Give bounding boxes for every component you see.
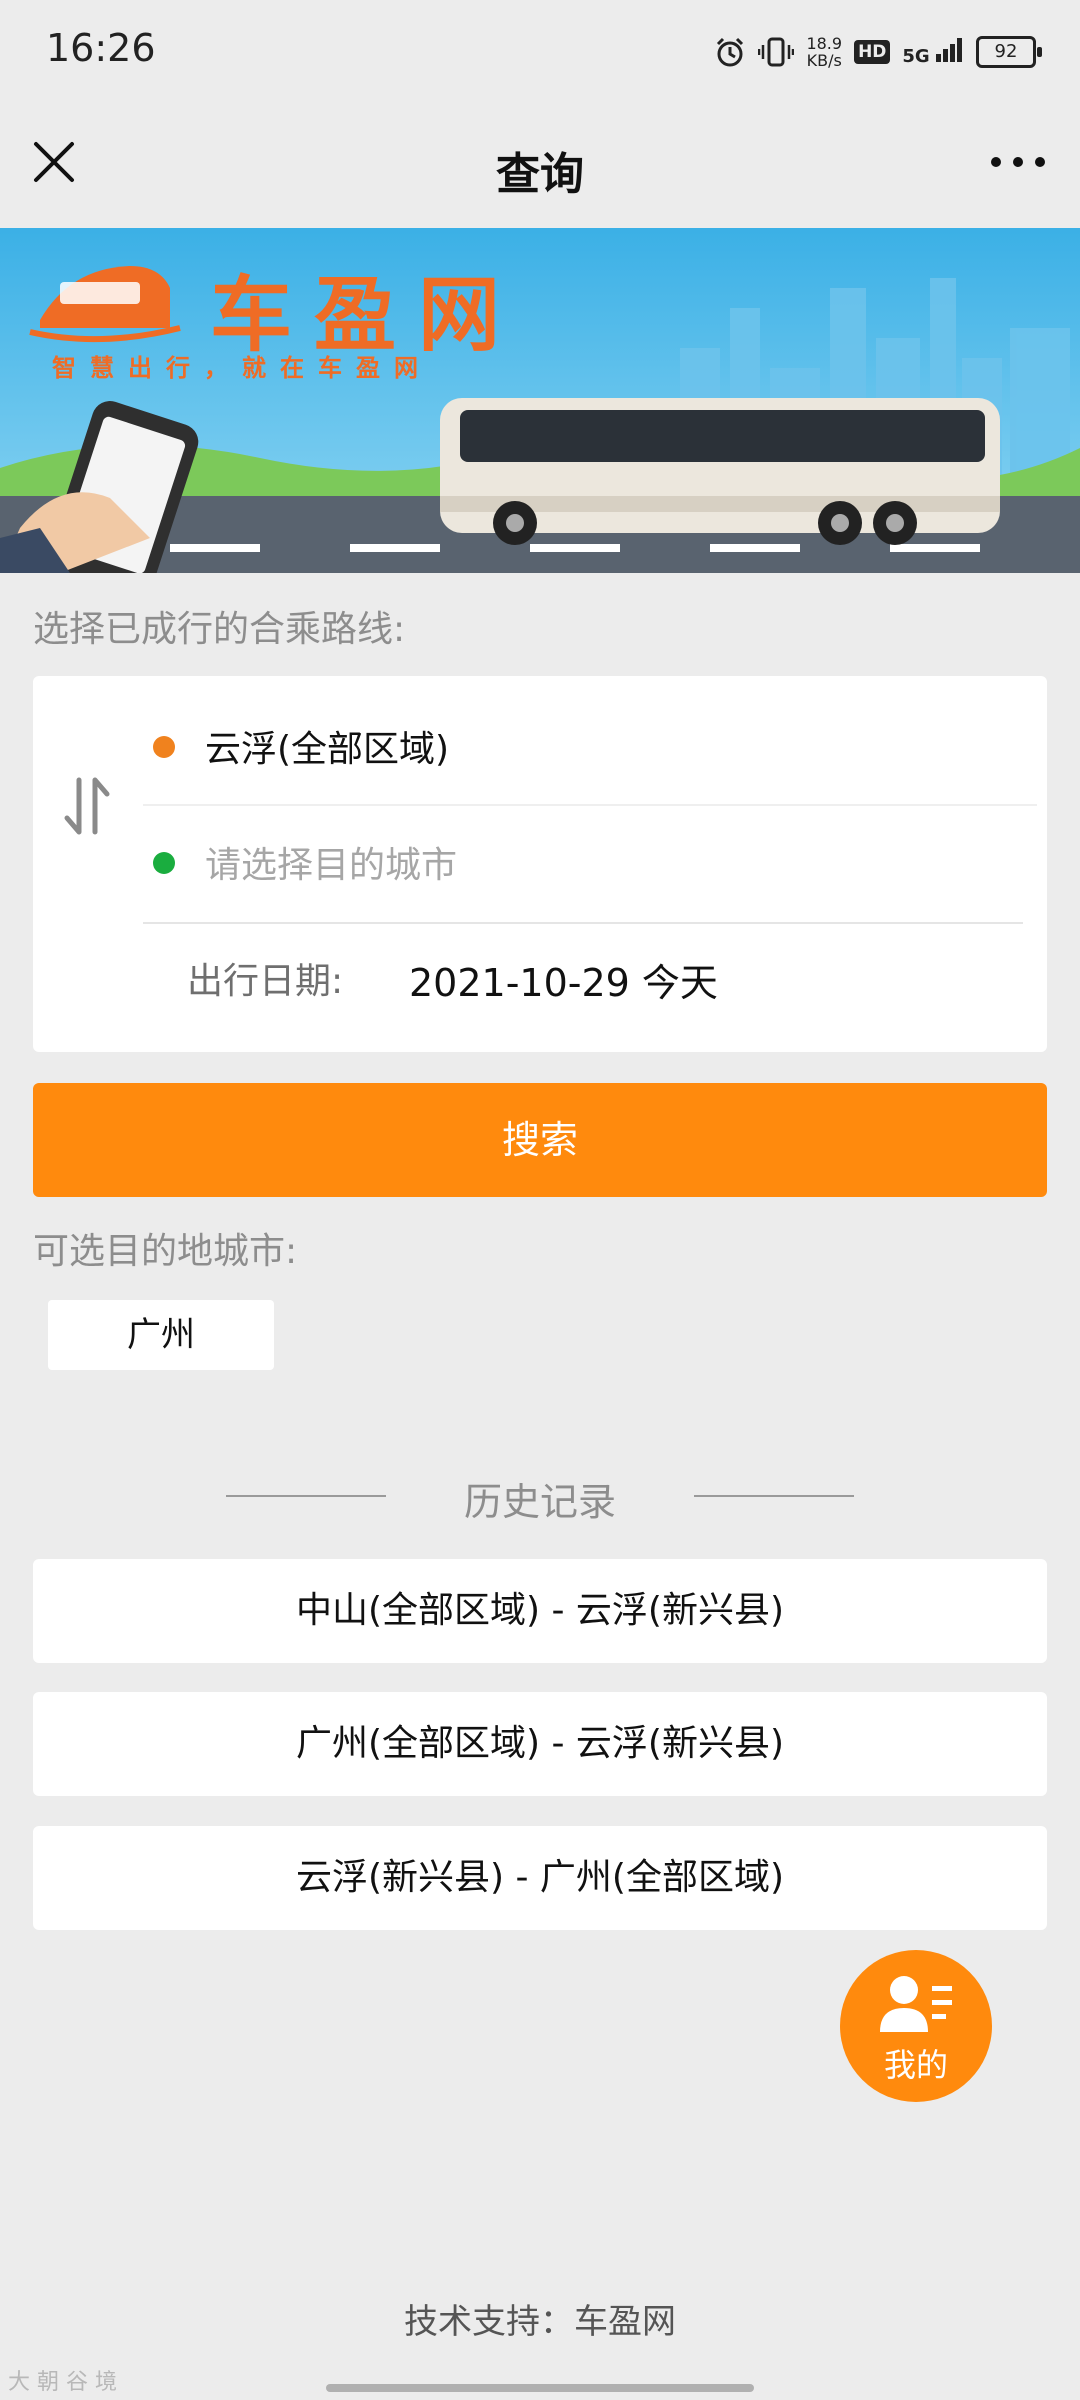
swap-icon[interactable] (61, 776, 113, 836)
hd-badge: HD (854, 40, 891, 64)
history-item[interactable]: 中山(全部区域) - 云浮(新兴县) (33, 1559, 1047, 1663)
destination-dot (153, 852, 175, 874)
alarm-icon (717, 37, 744, 67)
net-speed-unit: KB/s (806, 51, 842, 70)
divider (143, 804, 1037, 806)
history-header: 历史记录 (0, 1465, 1080, 1525)
signal-label: 5G (902, 45, 930, 67)
history-item[interactable]: 云浮(新兴县) - 广州(全部区域) (33, 1826, 1047, 1930)
user-list-icon (880, 1976, 952, 2032)
me-button[interactable]: 我的 (840, 1950, 992, 2102)
travel-date-label: 出行日期: (187, 961, 344, 1002)
destinations-label: 可选目的地城市: (33, 1231, 298, 1272)
travel-date-field[interactable]: 2021-10-29 今天 (409, 952, 718, 1007)
battery-icon: 92 (976, 36, 1042, 68)
divider (143, 922, 1023, 924)
vibrate-icon (758, 37, 795, 67)
divider (694, 1495, 854, 1497)
status-icons: 18.9 KB/s HD 5G 92 (714, 30, 1042, 74)
signal-icon: 5G (902, 37, 964, 67)
me-button-label: 我的 (883, 2046, 948, 2084)
route-card: 云浮(全部区域) 请选择目的城市 出行日期: 2021-10-29 今天 (33, 676, 1047, 1052)
nav-bar: 查询 (0, 100, 1080, 228)
origin-dot (153, 736, 175, 758)
net-speed: 18.9 KB/s (806, 35, 842, 69)
signal-bars-icon (936, 37, 962, 62)
watermark: 大 朝 谷 境 (8, 2370, 117, 2395)
home-indicator[interactable] (326, 2384, 754, 2392)
destination-city-field[interactable]: 请选择目的城市 (205, 836, 457, 888)
city-chip-guangzhou[interactable]: 广州 (48, 1300, 274, 1370)
footer-credit: 技术支持：车盈网 (404, 2302, 676, 2342)
banner: 车盈网 智慧出行，就在车盈网 (0, 228, 1080, 573)
banner-illustration (0, 228, 1080, 573)
status-bar: 16:26 18.9 KB/s HD 5G 92 (0, 0, 1080, 100)
search-button[interactable]: 搜索 (33, 1083, 1047, 1197)
page-title: 查询 (496, 149, 584, 200)
status-time: 16:26 (46, 26, 156, 70)
more-icon[interactable] (990, 150, 1046, 174)
history-title: 历史记录 (463, 1480, 616, 1524)
net-speed-value: 18.9 (806, 34, 843, 53)
origin-city-field[interactable]: 云浮(全部区域) (205, 720, 449, 772)
brand-slogan: 智慧出行，就在车盈网 (52, 354, 432, 382)
route-section-label: 选择已成行的合乘路线: (33, 609, 406, 650)
history-item[interactable]: 广州(全部区域) - 云浮(新兴县) (33, 1692, 1047, 1796)
